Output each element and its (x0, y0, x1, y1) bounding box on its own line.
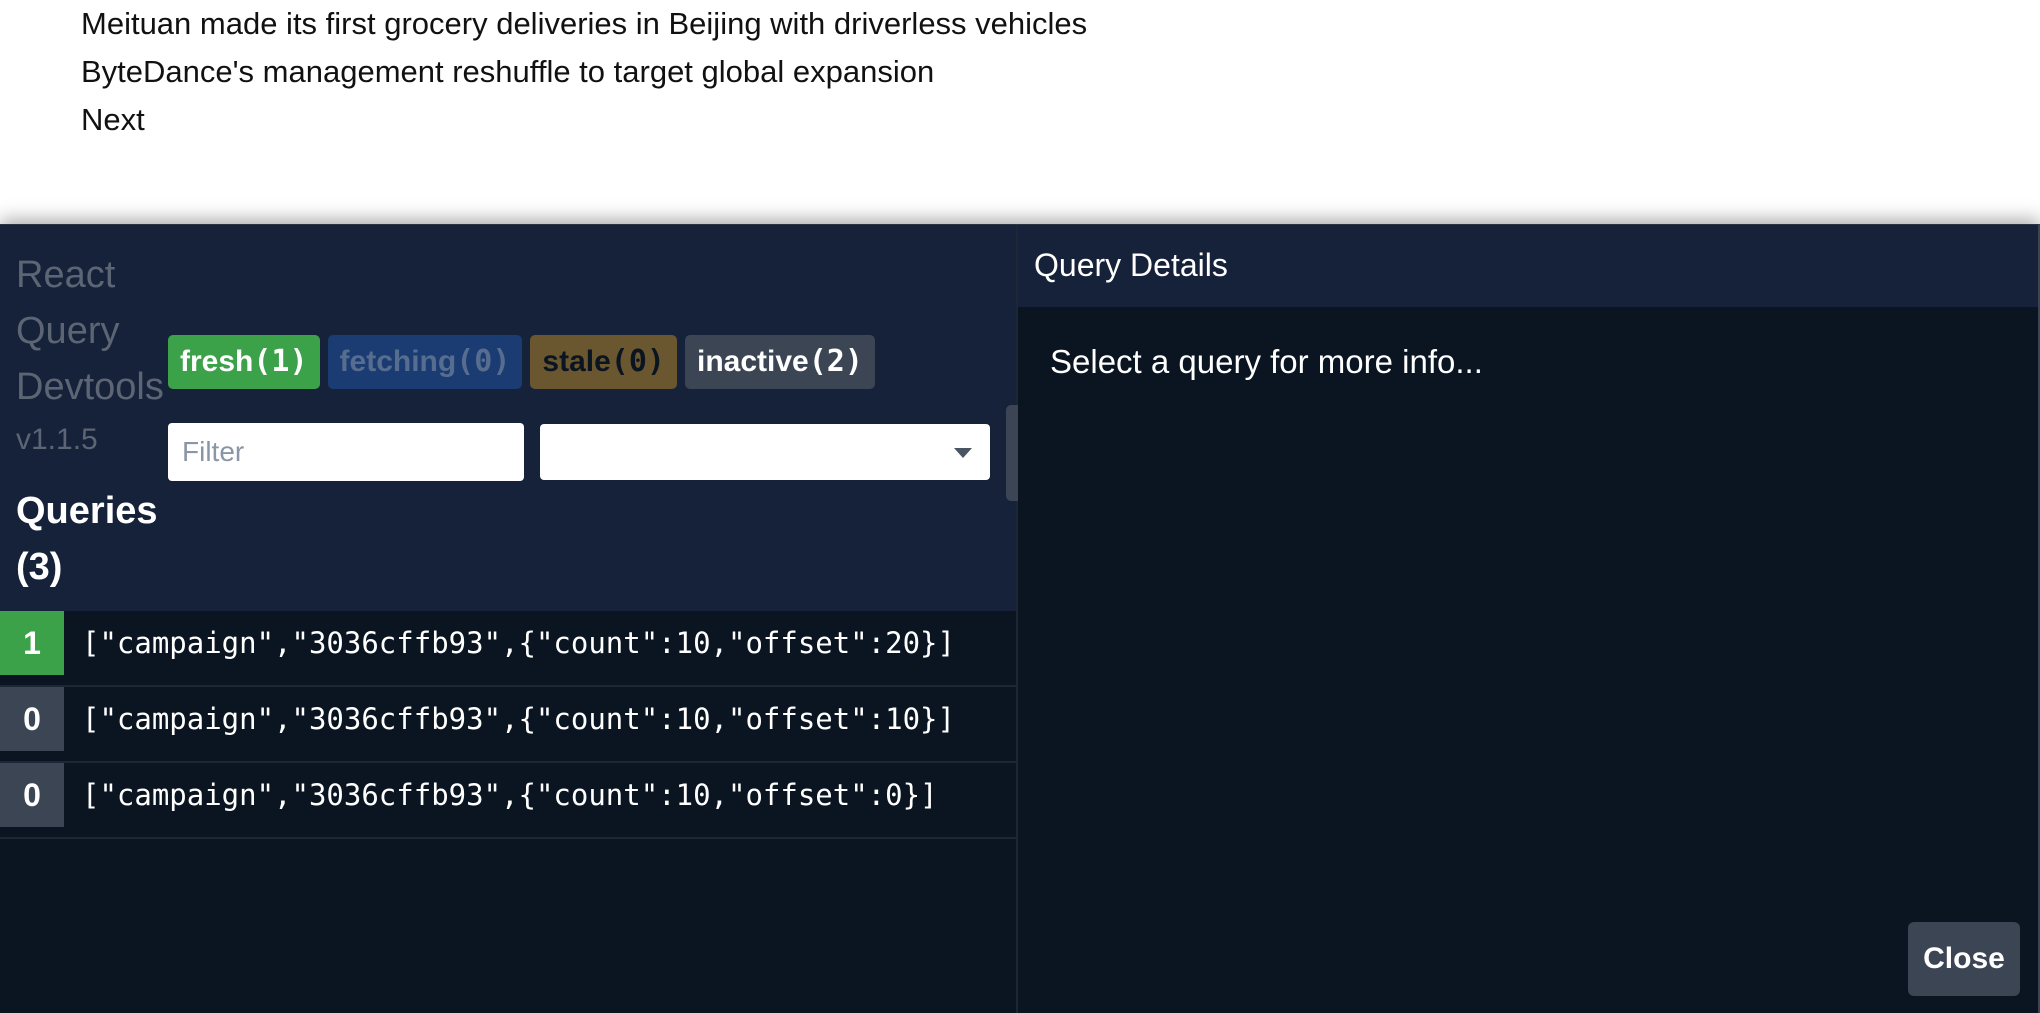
news-item[interactable]: Meituan made its first grocery deliverie… (81, 4, 1087, 52)
status-badges: fresh(1) fetching(0) stale(0) inactive(2… (168, 335, 875, 389)
fresh-badge: fresh(1) (168, 335, 320, 389)
stale-badge: stale(0) (530, 335, 677, 389)
query-key: ["campaign","3036cffb93",{"count":10,"of… (82, 702, 955, 736)
sort-select[interactable] (540, 424, 990, 480)
queries-count: (3) (16, 546, 63, 588)
badge-count: (0) (456, 344, 511, 379)
query-key: ["campaign","3036cffb93",{"count":10,"of… (82, 778, 938, 812)
query-details-pane: Query Details Select a query for more in… (1018, 225, 2038, 1013)
query-details-header: Query Details (1018, 225, 2038, 307)
observer-count: 1 (0, 611, 64, 675)
badge-count: (2) (808, 344, 863, 379)
logo-word: React (16, 254, 116, 296)
devtools-logo[interactable]: React Query Devtools (16, 247, 166, 415)
chevron-down-icon (954, 448, 972, 458)
logo-word: Query (16, 310, 120, 352)
badge-count: (1) (253, 344, 308, 379)
query-key: ["campaign","3036cffb93",{"count":10,"of… (82, 626, 955, 660)
queries-pane: React Query Devtools v1.1.5 Queries (3) … (0, 225, 1018, 1013)
badge-label: inactive (696, 345, 809, 378)
badge-count: (0) (610, 344, 665, 379)
query-details-title: Query Details (1034, 247, 1228, 283)
badge-label: stale (542, 345, 611, 378)
news-list: Meituan made its first grocery deliverie… (81, 4, 1087, 148)
query-row[interactable]: 1 ["campaign","3036cffb93",{"count":10,"… (0, 611, 1016, 687)
logo-word: Devtools (16, 366, 164, 408)
queries-header: React Query Devtools v1.1.5 Queries (3) … (0, 225, 1018, 611)
queries-title: Queries (3) (16, 483, 176, 595)
react-query-devtools-panel: React Query Devtools v1.1.5 Queries (3) … (0, 224, 2040, 1013)
filter-input[interactable] (168, 423, 524, 481)
query-list: 1 ["campaign","3036cffb93",{"count":10,"… (0, 611, 1016, 839)
badge-label: fetching (339, 345, 457, 378)
version-label: v1.1.5 (16, 423, 98, 456)
inactive-badge: inactive(2) (684, 335, 875, 389)
fetching-badge: fetching(0) (327, 335, 523, 389)
query-row[interactable]: 0 ["campaign","3036cffb93",{"count":10,"… (0, 687, 1016, 763)
query-row[interactable]: 0 ["campaign","3036cffb93",{"count":10,"… (0, 763, 1016, 839)
query-details-empty-text: Select a query for more info... (1050, 343, 1483, 380)
badge-label: fresh (180, 345, 254, 378)
queries-title-label: Queries (16, 490, 158, 532)
observer-count: 0 (0, 763, 64, 827)
next-link[interactable]: Next (81, 100, 1087, 148)
close-devtools-button[interactable]: Close (1908, 922, 2020, 996)
sort-direction-button[interactable] (1006, 405, 1018, 501)
observer-count: 0 (0, 687, 64, 751)
news-item[interactable]: ByteDance's management reshuffle to targ… (81, 52, 1087, 100)
